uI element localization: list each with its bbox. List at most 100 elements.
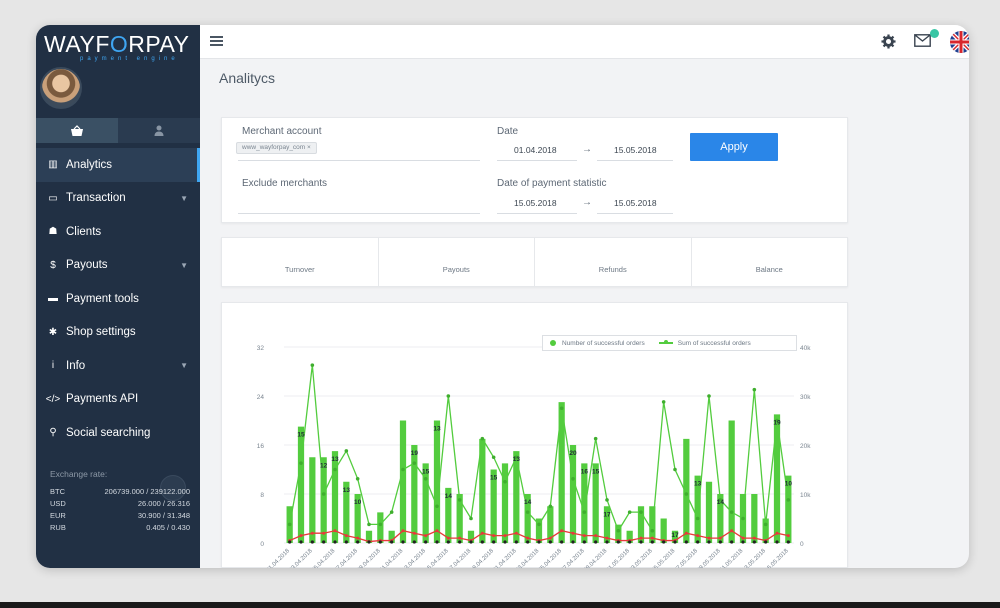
sum-point (287, 522, 292, 527)
refund-point (412, 531, 416, 535)
x-tick-label: 03.04.2018 (288, 548, 314, 568)
merchant-account-label: Merchant account (242, 126, 322, 137)
tab-shop[interactable] (36, 118, 118, 143)
chevron-down-icon[interactable]: ▼ (180, 361, 188, 370)
chart-legend[interactable]: Number of successful orders Sum of succe… (542, 335, 797, 351)
merchant-account-field[interactable]: www_wayforpay_com × (236, 140, 480, 160)
baseline-point (322, 540, 326, 544)
data-label: 15 (592, 468, 600, 475)
sidebar-item-transaction[interactable]: ▭ Transaction ▼ (36, 182, 200, 216)
sum-point (525, 510, 530, 514)
mail-icon[interactable] (914, 34, 931, 51)
sum-point (627, 510, 632, 514)
refund-point (696, 534, 700, 538)
chevron-down-icon[interactable]: ▼ (180, 194, 188, 203)
y-right-tick-label: 0 (800, 541, 804, 548)
sidebar-item-info[interactable]: i Info ▼ (36, 349, 200, 383)
data-label: 14 (524, 499, 532, 506)
chevron-down-icon[interactable]: ▼ (180, 261, 188, 270)
sidebar-item-shop-settings[interactable]: ✱ Shop settings (36, 316, 200, 350)
sum-point (752, 387, 757, 392)
sidebar-item-analytics[interactable]: ▥ Analytics (36, 148, 200, 182)
sidebar-item-social-searching[interactable]: ⚲ Social searching (36, 416, 200, 450)
x-tick-label: 09.04.2018 (356, 548, 382, 568)
refund-point (786, 534, 790, 538)
stat-label: Payouts (442, 265, 470, 274)
baseline-point (424, 540, 428, 544)
exclude-underline (238, 213, 480, 214)
rate-value: 206739.000 / 239122.000 (104, 487, 191, 496)
data-label: 13 (331, 456, 339, 463)
logo[interactable]: WAYFORPAY (44, 31, 190, 58)
sidebar-item-payment-tools[interactable]: ▬ Payment tools (36, 282, 200, 316)
refund-point (446, 536, 450, 540)
rate-currency: BTC (50, 487, 65, 496)
x-tick-label: 13.05.2018 (742, 548, 768, 568)
sum-point (684, 492, 689, 496)
stat-label: Refunds (598, 265, 627, 274)
sum-point (389, 510, 394, 514)
data-label: 13 (343, 487, 351, 494)
baseline-point (775, 540, 779, 544)
merchant-chip[interactable]: www_wayforpay_com × (236, 142, 317, 154)
data-label: 15 (490, 475, 498, 482)
refund-point (333, 529, 337, 533)
refund-point (571, 531, 575, 535)
sum-point (786, 498, 791, 502)
baseline-point (673, 540, 677, 544)
stat-label: Turnover (284, 265, 315, 274)
baseline-point (526, 540, 530, 544)
gear-icon[interactable] (881, 34, 896, 53)
exclude-merchants-field[interactable] (238, 194, 480, 212)
refund-point (707, 536, 711, 540)
sum-point (571, 477, 575, 481)
merchant-chip-text: www_wayforpay_com (242, 144, 306, 151)
sum-point (401, 467, 405, 472)
x-tick-label: 07.05.2018 (674, 548, 700, 568)
baseline-point (571, 540, 575, 544)
payment-date-from-input[interactable]: 15.05.2018 (514, 198, 557, 208)
bottom-edge (0, 602, 1000, 608)
y-right-tick-label: 10k (800, 492, 811, 499)
tab-user[interactable] (118, 118, 200, 143)
date-to-input[interactable]: 15.05.2018 (614, 145, 657, 155)
sum-point (299, 461, 303, 465)
sum-point (446, 394, 451, 398)
refund-point (639, 536, 643, 540)
sum-point (616, 528, 621, 533)
sidebar-item-payouts[interactable]: $ Payouts ▼ (36, 249, 200, 283)
baseline-point (458, 540, 462, 544)
payment-date-to-input[interactable]: 15.05.2018 (614, 198, 657, 208)
sidebar-item-label: Clients (66, 225, 102, 238)
baseline-point (446, 540, 450, 544)
y-left-tick-label: 32 (257, 345, 265, 352)
avatar[interactable] (40, 67, 82, 109)
sum-point (503, 479, 507, 484)
data-label: 17 (603, 511, 611, 518)
baseline-point (480, 540, 484, 544)
chip-remove-icon[interactable]: × (307, 144, 311, 151)
sidebar-item-label: Social searching (66, 426, 151, 439)
x-tick-label: 25.04.2018 (538, 548, 564, 568)
y-left-tick-label: 8 (260, 492, 264, 499)
rate-row: RUB 0.405 / 0.430 (50, 522, 190, 534)
baseline-point (696, 540, 700, 544)
sidebar-item-label: Payments API (66, 393, 139, 406)
sidebar-item-clients[interactable]: ☗ Clients (36, 215, 200, 249)
baseline-point (560, 540, 564, 544)
legend-orders-label: Number of successful orders (562, 339, 645, 347)
baseline-point (650, 540, 654, 544)
menu-icon[interactable] (210, 36, 223, 46)
bar (705, 481, 713, 543)
sum-point (491, 455, 496, 460)
sidebar-item-payments-api[interactable]: </> Payments API (36, 383, 200, 417)
apply-button[interactable]: Apply (690, 133, 778, 161)
language-flag-icon[interactable] (950, 31, 969, 53)
sum-line (289, 365, 789, 533)
date-from-input[interactable]: 01.04.2018 (514, 145, 557, 155)
refund-point (492, 534, 496, 538)
sum-point (321, 492, 326, 496)
exchange-title: Exchange rate: (50, 469, 108, 479)
x-tick-label: 09.05.2018 (696, 548, 722, 568)
data-label: 20 (569, 450, 577, 457)
